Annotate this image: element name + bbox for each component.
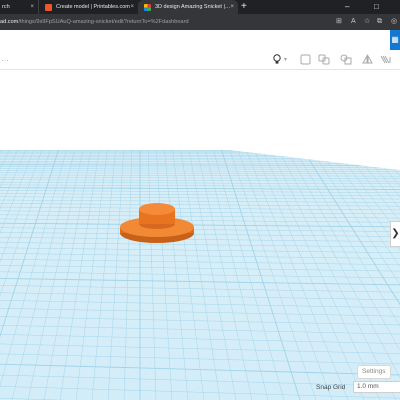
url-domain: ad.com (0, 19, 19, 25)
lightbulb-icon[interactable] (273, 54, 281, 69)
favorites-icon[interactable]: ☆ (364, 17, 370, 27)
snap-grid-select[interactable]: 1.0 mm (353, 381, 400, 393)
tab-search[interactable]: rch × (0, 0, 38, 14)
tab-printables[interactable]: Create model | Printables.com × (38, 0, 138, 14)
minimize-icon[interactable]: – (345, 1, 349, 13)
collections-icon[interactable]: ⧉ (377, 17, 382, 27)
tab-label: rch (2, 4, 10, 10)
address-bar-row: ad.com/things/9s9FpSUAuQ-amazing-snicket… (0, 14, 400, 30)
tab-search-icon[interactable]: ⊞ (336, 17, 342, 27)
tab-close-icon[interactable]: × (30, 4, 38, 10)
workplane-canvas[interactable] (0, 70, 400, 400)
printables-icon (45, 3, 52, 11)
url-path: /things/9s9FpSUAuQ-amazing-snicket/edit?… (18, 19, 189, 25)
flip-icon[interactable] (380, 54, 392, 69)
browser-essentials-icon[interactable]: ◎ (391, 17, 397, 27)
browser-tab-strip: rch × Create model | Printables.com × 3D… (0, 0, 400, 14)
app-header (0, 30, 400, 50)
grid-icon[interactable]: ▦ (390, 30, 400, 50)
mirror-icon[interactable] (362, 54, 373, 69)
side-panel-toggle-icon[interactable]: ❯ (390, 221, 400, 247)
ungroup-icon[interactable] (318, 54, 330, 69)
maximize-icon[interactable]: □ (374, 1, 379, 13)
toolbar-overflow-icon[interactable]: … (1, 54, 9, 63)
new-tab-button[interactable]: + (241, 1, 247, 13)
settings-button[interactable]: Settings (357, 365, 391, 379)
tab-close-icon[interactable]: × (230, 4, 238, 10)
tab-tinkercad[interactable]: 3D design Amazing Snicket | Ti × (138, 0, 238, 14)
tinkercad-icon (144, 3, 151, 11)
light-dropdown-icon[interactable]: ▾ (284, 54, 287, 66)
group-icon[interactable] (300, 54, 311, 69)
align-icon[interactable] (340, 54, 352, 69)
read-aloud-icon[interactable]: A (351, 17, 356, 27)
tab-label: Create model | Printables.com (56, 4, 130, 10)
workplane-viewport[interactable]: ❯ (0, 70, 400, 400)
tab-close-icon[interactable]: × (130, 4, 138, 10)
editor-toolbar: … ▾ (0, 50, 400, 70)
tab-label: 3D design Amazing Snicket | Ti (155, 4, 231, 10)
snap-grid-label: Snap Grid (316, 384, 346, 391)
address-bar[interactable]: ad.com/things/9s9FpSUAuQ-amazing-snicket… (0, 17, 330, 27)
